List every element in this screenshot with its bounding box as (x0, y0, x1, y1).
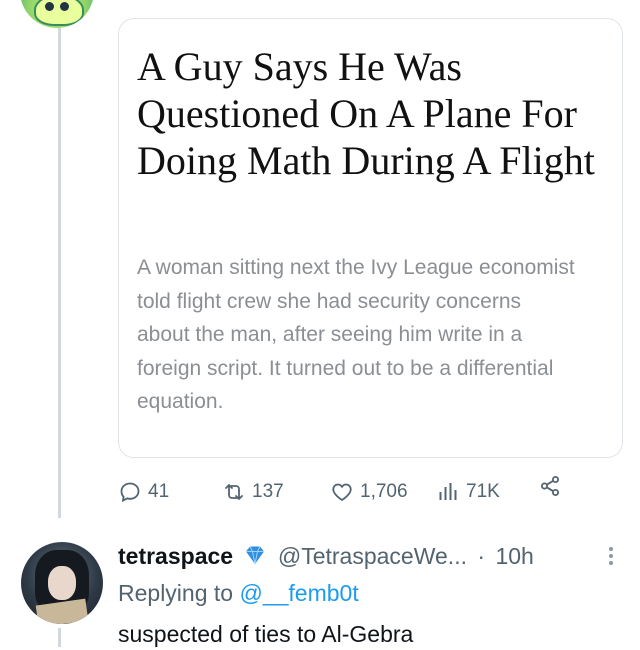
reply-header: tetraspace @TetraspaceWe... · 10h (118, 536, 628, 576)
thread-line-bottom (58, 628, 61, 647)
display-name[interactable]: tetraspace (118, 543, 233, 569)
mention-link[interactable]: @__femb0t (239, 580, 358, 606)
user-handle[interactable]: @TetraspaceWe... (278, 543, 467, 569)
retweet-button[interactable]: 137 (222, 474, 284, 510)
share-button[interactable] (538, 474, 562, 498)
avatar-eye (45, 2, 54, 11)
avatar-face (48, 566, 76, 600)
views-button[interactable]: 71K (436, 474, 500, 510)
reply-button[interactable]: 41 (118, 474, 169, 510)
verified-badge-icon (243, 539, 267, 579)
retweet-icon (225, 484, 243, 500)
like-button[interactable]: 1,706 (330, 474, 408, 510)
reply-icon (120, 482, 140, 503)
link-preview-card[interactable]: A Guy Says He Was Questioned On A Plane … (118, 18, 623, 458)
more-options-icon[interactable] (608, 545, 614, 567)
reply-count: 41 (148, 481, 170, 502)
retweet-count: 137 (252, 481, 284, 502)
article-summary: A woman sitting next the Ivy League econ… (137, 256, 575, 413)
views-count: 71K (466, 481, 500, 502)
avatar[interactable] (20, 0, 94, 28)
avatar-face (34, 0, 84, 26)
replying-to-label: Replying to (118, 580, 234, 606)
avatar[interactable] (21, 542, 103, 624)
thread-line (58, 18, 61, 518)
views-icon (439, 483, 457, 500)
like-count: 1,706 (360, 481, 408, 502)
share-icon (541, 476, 559, 496)
tweet-action-bar: 41 137 1,706 71K (118, 474, 628, 510)
article-headline: A Guy Says He Was Questioned On A Plane … (137, 44, 595, 183)
replying-to: Replying to @__femb0t (118, 577, 359, 609)
like-icon (332, 483, 352, 502)
timestamp[interactable]: 10h (495, 543, 533, 569)
reply-text: suspected of ties to Al-Gebra (118, 621, 414, 647)
separator-dot: · (477, 543, 486, 569)
avatar-eye (60, 2, 69, 11)
